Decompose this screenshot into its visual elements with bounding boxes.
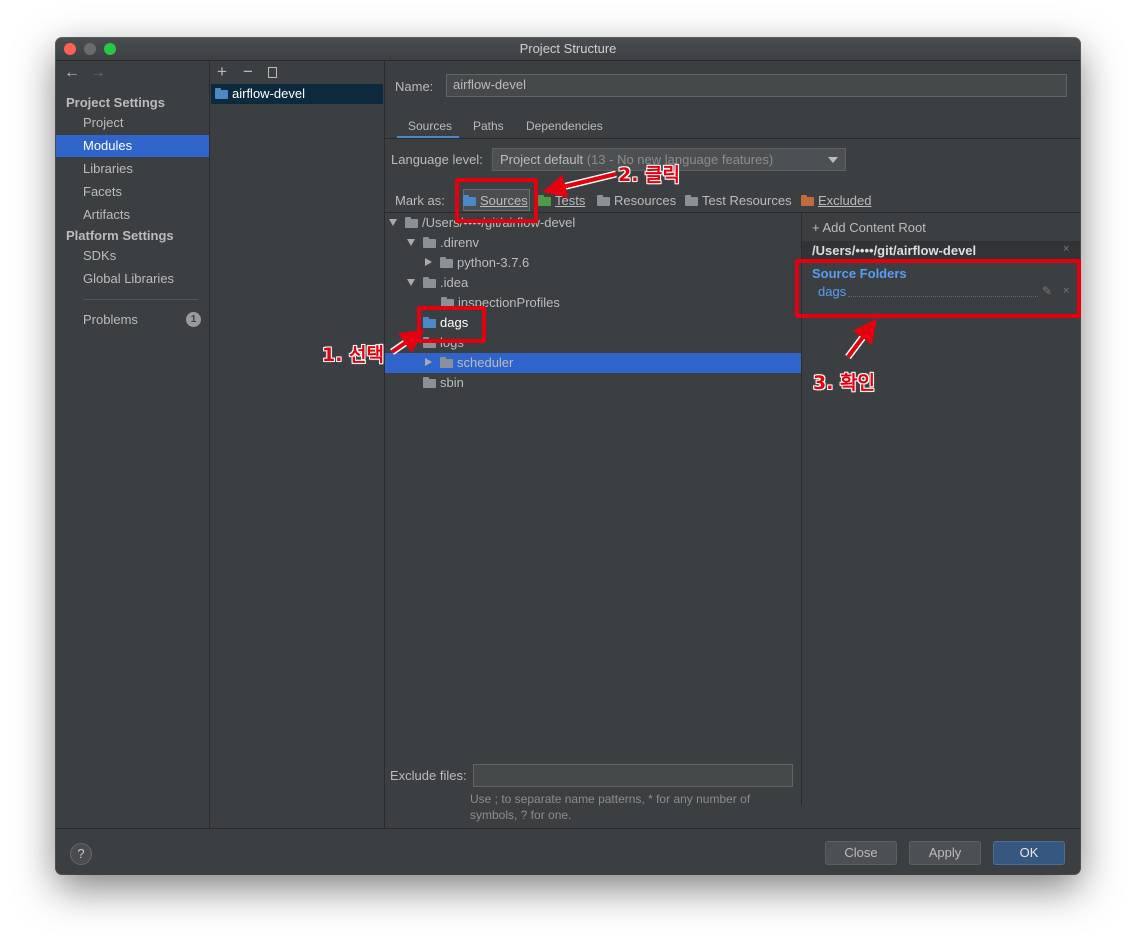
resources-folder-icon <box>597 195 610 206</box>
chevron-down-icon <box>828 157 838 163</box>
module-settings: Name: airflow-devel Sources Paths Depend… <box>385 61 1080 828</box>
ok-button[interactable]: OK <box>993 841 1065 865</box>
help-button[interactable]: ? <box>70 843 92 865</box>
sidebar-item-modules[interactable]: Modules <box>56 135 209 157</box>
module-folder-icon <box>215 88 228 99</box>
tabs-divider <box>385 138 1080 139</box>
sidebar-item-project[interactable]: Project <box>56 112 209 134</box>
expand-right-icon[interactable] <box>425 258 432 266</box>
folder-icon <box>423 377 436 388</box>
tree-label: scheduler <box>457 355 514 370</box>
minimize-window-button[interactable] <box>84 43 96 55</box>
forward-arrow-icon[interactable]: → <box>90 64 106 82</box>
platform-settings-header: Platform Settings <box>66 228 174 243</box>
modules-pane: + − airflow-devel <box>210 61 385 828</box>
folder-icon <box>440 257 453 268</box>
folder-icon <box>423 237 436 248</box>
sidebar-item-artifacts[interactable]: Artifacts <box>56 204 209 226</box>
problems-count-badge: 1 <box>186 312 201 327</box>
sidebar-item-global-libraries[interactable]: Global Libraries <box>56 268 209 290</box>
mark-resources-label: Resources <box>614 193 677 208</box>
window-title: Project Structure <box>519 41 617 56</box>
annotation-box-dags <box>417 306 486 343</box>
mark-as-label: Mark as: <box>395 193 445 208</box>
expand-down-icon[interactable] <box>407 279 415 286</box>
folder-icon <box>405 217 418 228</box>
remove-module-icon[interactable]: − <box>243 62 253 82</box>
tree-label: .idea <box>440 275 469 290</box>
expand-right-icon[interactable] <box>425 358 432 366</box>
close-window-button[interactable] <box>64 43 76 55</box>
project-structure-dialog: Project Structure ← → Project Settings P… <box>56 38 1080 874</box>
language-level-value: Project default <box>500 152 584 167</box>
tree-row-idea[interactable]: .idea <box>407 273 468 293</box>
annotation-step2: 2. 클릭 <box>618 164 681 186</box>
mark-as-test-resources-button[interactable]: Test Resources <box>685 193 792 208</box>
close-button[interactable]: Close <box>825 841 897 865</box>
sidebar-item-facets[interactable]: Facets <box>56 181 209 203</box>
folder-tree: /Users/••••/git/airflow-devel .direnv py… <box>385 213 801 603</box>
add-module-icon[interactable]: + <box>217 62 227 82</box>
mark-as-resources-button[interactable]: Resources <box>597 193 676 208</box>
folder-icon <box>423 277 436 288</box>
module-name-input[interactable]: airflow-devel <box>446 74 1067 97</box>
module-item-airflow-devel[interactable]: airflow-devel <box>211 84 383 104</box>
exclude-files-hint: Use ; to separate name patterns, * for a… <box>470 792 751 822</box>
settings-sidebar: ← → Project Settings Project Modules Lib… <box>56 61 210 828</box>
tree-label: python-3.7.6 <box>457 255 530 270</box>
tree-row-scheduler[interactable]: scheduler <box>425 353 513 373</box>
title-bar: Project Structure <box>56 38 1080 61</box>
expand-down-icon[interactable] <box>389 219 397 226</box>
mark-tests-label: Tests <box>555 193 586 208</box>
folder-icon <box>440 357 453 368</box>
tree-label: .direnv <box>440 235 480 250</box>
sidebar-item-libraries[interactable]: Libraries <box>56 158 209 180</box>
remove-content-root-icon[interactable]: × <box>1063 243 1069 255</box>
annotation-step3: 3. 확인 <box>813 372 876 394</box>
zoom-window-button[interactable] <box>104 43 116 55</box>
tab-dependencies[interactable]: Dependencies <box>526 119 603 133</box>
add-content-root-button[interactable]: + Add Content Root <box>812 220 926 235</box>
mark-excluded-label: Excluded <box>818 193 872 208</box>
content-root-path: /Users/••••/git/airflow-devel <box>802 241 1080 261</box>
apply-button[interactable]: Apply <box>909 841 981 865</box>
annotation-box-source-folders <box>795 259 1081 318</box>
project-settings-header: Project Settings <box>66 95 165 110</box>
excluded-folder-icon <box>801 195 814 206</box>
test-resources-folder-icon <box>685 195 698 206</box>
mark-test-resources-label: Test Resources <box>702 193 792 208</box>
mark-as-excluded-button[interactable]: Excluded <box>801 193 871 208</box>
name-label: Name: <box>395 79 434 94</box>
back-arrow-icon[interactable]: ← <box>64 64 80 82</box>
tree-row-python[interactable]: python-3.7.6 <box>425 253 529 273</box>
dialog-footer: ? Close Apply OK <box>56 828 1080 874</box>
tree-row-sbin[interactable]: sbin <box>423 373 464 393</box>
exclude-files-label: Exclude files: <box>390 768 467 783</box>
copy-module-icon[interactable] <box>268 67 277 78</box>
tree-row-direnv[interactable]: .direnv <box>407 233 479 253</box>
tests-folder-icon <box>538 195 551 206</box>
annotation-box-sources <box>455 178 538 223</box>
annotation-step1: 1. 선택 <box>322 344 385 366</box>
mark-as-tests-button[interactable]: Tests <box>538 193 585 208</box>
expand-down-icon[interactable] <box>407 239 415 246</box>
language-level-label: Language level: <box>391 152 483 167</box>
exclude-files-input[interactable] <box>473 764 793 787</box>
tree-label: sbin <box>440 375 464 390</box>
sidebar-divider <box>83 299 198 300</box>
tab-paths[interactable]: Paths <box>473 119 504 133</box>
module-label: airflow-devel <box>232 86 305 101</box>
tab-sources[interactable]: Sources <box>408 119 452 133</box>
sidebar-item-sdks[interactable]: SDKs <box>56 245 209 267</box>
